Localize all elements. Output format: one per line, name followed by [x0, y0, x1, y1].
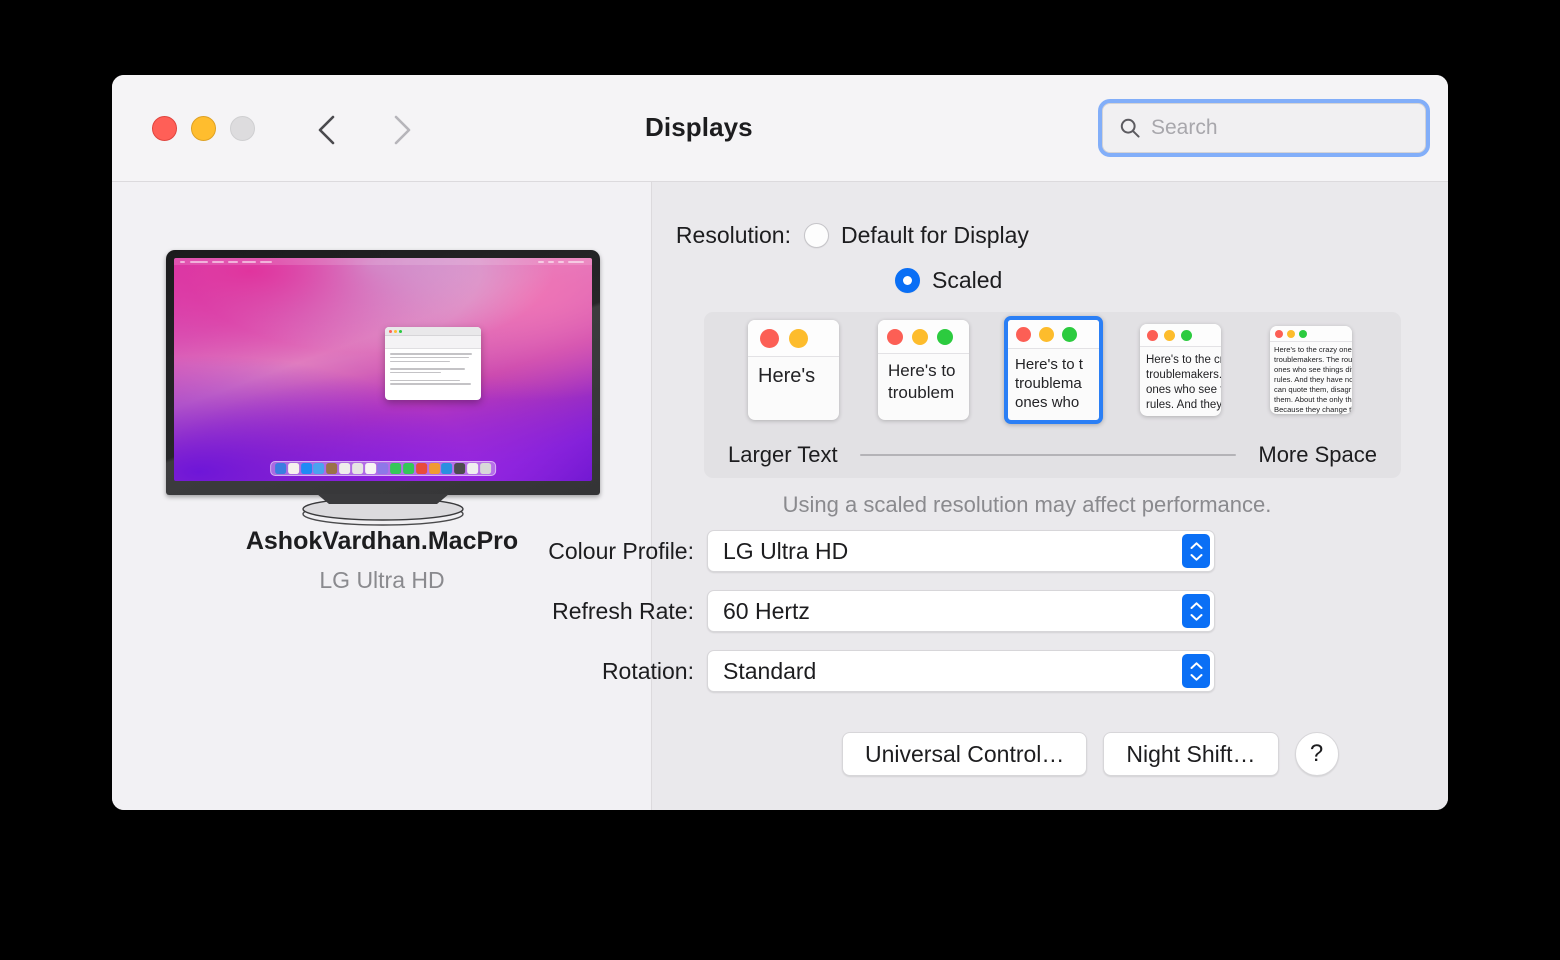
preview-menu-bar: [174, 258, 592, 265]
radio-scaled-label: Scaled: [932, 267, 1003, 293]
thumb-text-2: Here's to troublem: [888, 361, 956, 402]
minimise-button[interactable]: [191, 116, 216, 141]
chevron-updown-icon[interactable]: [1182, 534, 1210, 568]
window-content: AshokVardhan.MacPro LG Ultra HD Resoluti…: [112, 182, 1448, 810]
preview-window-toolbar: [384, 336, 481, 350]
preview-window-titlebar: [384, 327, 481, 337]
monitor-screen: [174, 258, 592, 481]
resolution-label: Resolution:: [675, 222, 791, 248]
thumb-traffic-lights: [878, 320, 969, 354]
preview-dock: [270, 461, 496, 476]
radio-scaled[interactable]: [895, 268, 920, 293]
resolution-row: Resolution: Default for Display: [604, 222, 1029, 249]
forward-chevron-icon[interactable]: [387, 113, 417, 147]
search-icon: [1120, 118, 1140, 138]
chevron-updown-icon[interactable]: [1182, 594, 1210, 628]
window-title-bar: Displays: [112, 75, 1448, 217]
rotation-popup[interactable]: Standard: [707, 650, 1215, 692]
scaling-performance-note: Using a scaled resolution may affect per…: [782, 492, 1272, 517]
colour-profile-popup[interactable]: LG Ultra HD: [707, 530, 1215, 572]
help-button[interactable]: ?: [1294, 732, 1339, 776]
resolution-option-scaled[interactable]: Scaled: [895, 267, 1002, 294]
night-shift-button[interactable]: Night Shift…: [1103, 732, 1279, 776]
radio-default-label: Default for Display: [841, 222, 1029, 248]
display-preview: [166, 250, 600, 526]
refresh-rate-row: Refresh Rate: 60 Hertz: [507, 590, 1215, 632]
scaling-track[interactable]: [859, 454, 1237, 456]
colour-profile-label: Colour Profile:: [548, 537, 694, 564]
scaling-thumbnail-4[interactable]: Here's to the cr troublemakers. ones who…: [1140, 324, 1221, 416]
scaling-legend-right: More Space: [1258, 442, 1377, 467]
refresh-rate-value: 60 Hertz: [723, 597, 810, 624]
thumb-text-4: Here's to the cr troublemakers. ones who…: [1146, 354, 1221, 411]
displays-preferences-window: Displays Search AshokVardhan.MacPro LG U…: [112, 75, 1448, 810]
search-input[interactable]: [1151, 116, 1401, 140]
preview-textedit-window: [384, 327, 481, 401]
zoom-button: [230, 116, 255, 141]
universal-control-button[interactable]: Universal Control…: [842, 732, 1088, 776]
colour-profile-value: LG Ultra HD: [723, 537, 849, 564]
back-chevron-icon[interactable]: [312, 113, 342, 147]
search-field[interactable]: [1102, 103, 1426, 153]
action-buttons: Universal Control… Night Shift… ?: [842, 732, 1339, 776]
rotation-value: Standard: [723, 657, 817, 684]
colour-profile-row: Colour Profile: LG Ultra HD: [507, 530, 1215, 572]
scaling-thumbnail-5[interactable]: Here's to the crazy one troublemakers. T…: [1270, 326, 1352, 414]
preview-window-text: [385, 349, 481, 391]
thumb-text-1: Here's: [758, 365, 816, 387]
display-preview-sidebar: AshokVardhan.MacPro LG Ultra HD: [112, 182, 652, 810]
thumb-traffic-lights: [1270, 326, 1352, 342]
search-field-focus-ring: [1098, 99, 1430, 157]
page-title: Displays: [645, 112, 753, 142]
rotation-row: Rotation: Standard: [507, 650, 1215, 692]
scaling-thumbnail-3-selected[interactable]: Here's to t troublema ones who: [1004, 316, 1103, 424]
scaling-thumbnail-1[interactable]: Here's: [748, 320, 839, 420]
radio-default-for-display[interactable]: [804, 223, 829, 248]
scaling-picker: Here's Here's to troublem Here's to t tr…: [704, 312, 1401, 478]
chevron-updown-icon[interactable]: [1182, 654, 1210, 688]
scaling-legend: Larger Text More Space: [704, 442, 1401, 468]
scaling-thumbnail-2[interactable]: Here's to troublem: [878, 320, 969, 420]
thumb-traffic-lights: [1140, 324, 1221, 347]
monitor-bezel: [166, 250, 600, 495]
resolution-option-default[interactable]: Default for Display: [804, 222, 1029, 249]
rotation-label: Rotation:: [601, 657, 694, 684]
thumb-traffic-lights: [1008, 320, 1099, 349]
thumb-text-5: Here's to the crazy one troublemakers. T…: [1274, 345, 1352, 414]
monitor-stand: [302, 494, 464, 526]
thumb-text-3: Here's to t troublema ones who: [1015, 356, 1083, 411]
display-settings-pane: Resolution: Default for Display Scaled H…: [548, 182, 1448, 810]
scaling-thumbnails: Here's Here's to troublem Here's to t tr…: [704, 316, 1401, 425]
scaling-legend-left: Larger Text: [728, 442, 838, 467]
close-button[interactable]: [152, 116, 177, 141]
thumb-traffic-lights: [748, 320, 839, 357]
refresh-rate-label: Refresh Rate:: [552, 597, 694, 624]
refresh-rate-popup[interactable]: 60 Hertz: [707, 590, 1215, 632]
